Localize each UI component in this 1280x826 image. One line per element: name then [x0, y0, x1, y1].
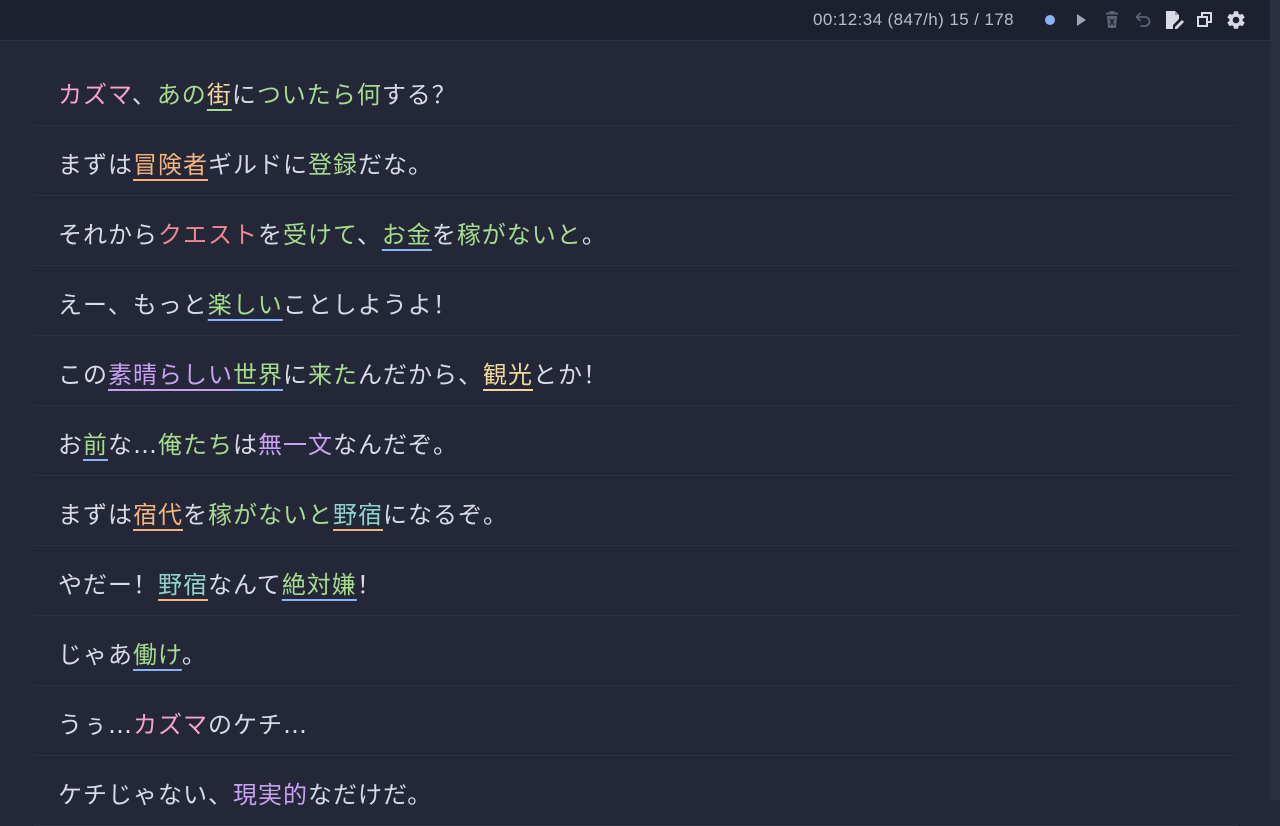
- text-segment: する？: [381, 81, 457, 109]
- word-token[interactable]: 野宿: [158, 571, 208, 599]
- word-token[interactable]: 楽しい: [208, 291, 283, 319]
- word-token[interactable]: 俺たち: [158, 431, 233, 459]
- transcript-line[interactable]: やだー！野宿なんて絶対嫌！: [33, 546, 1238, 616]
- word-token[interactable]: ついたら: [257, 81, 357, 109]
- text-segment: この: [58, 361, 108, 389]
- word-token[interactable]: 何: [357, 81, 382, 109]
- text-segment: に: [283, 361, 308, 389]
- text-segment: を: [258, 221, 283, 249]
- text-segment: を: [183, 501, 208, 529]
- text-segment: になるぞ。: [383, 501, 508, 529]
- transcript-line[interactable]: うぅ…カズマのケチ…: [33, 686, 1238, 756]
- word-token[interactable]: 無一文: [258, 431, 333, 459]
- rate-per-hour: (847/h): [887, 10, 945, 29]
- text-segment: ギルドに: [208, 151, 308, 179]
- transcript-line[interactable]: この素晴らしい世界に来たんだから、観光とか！: [33, 336, 1238, 406]
- text-segment: とか！: [533, 361, 608, 389]
- top-toolbar: 00:12:34 (847/h) 15 / 178: [0, 0, 1270, 41]
- text-segment: 、: [356, 221, 382, 249]
- text-segment: ことしようよ！: [282, 291, 458, 319]
- status-dot-icon[interactable]: [1038, 9, 1062, 31]
- transcript-line[interactable]: まずは宿代を稼がないと野宿になるぞ。: [33, 476, 1238, 546]
- text-segment: ！: [356, 571, 382, 599]
- text-segment: は: [233, 431, 258, 459]
- gear-icon[interactable]: [1224, 9, 1248, 31]
- text-segment: じゃあ: [58, 641, 133, 669]
- text-segment: ケチじゃない、: [58, 781, 233, 809]
- word-token[interactable]: あの: [157, 81, 207, 109]
- text-segment: 、: [131, 81, 157, 109]
- transcript-line[interactable]: じゃあ働け。: [33, 616, 1238, 686]
- play-icon[interactable]: [1069, 9, 1093, 31]
- toolbar-icons: [1031, 9, 1248, 31]
- text-segment: やだー！: [58, 571, 158, 599]
- word-token[interactable]: 受けて: [283, 221, 357, 249]
- edit-document-icon[interactable]: [1162, 9, 1186, 31]
- text-segment: 。: [181, 641, 207, 669]
- word-token[interactable]: カズマ: [133, 711, 208, 739]
- word-token[interactable]: 世界: [233, 361, 283, 389]
- text-segment: うぅ…: [58, 711, 133, 739]
- text-segment: えー、もっと: [58, 291, 208, 319]
- word-token[interactable]: 野宿: [333, 501, 383, 529]
- word-token[interactable]: 街: [207, 81, 232, 109]
- word-token[interactable]: 現実的: [233, 781, 308, 809]
- undo-icon[interactable]: [1131, 9, 1155, 31]
- trash-icon[interactable]: [1100, 9, 1124, 31]
- word-token[interactable]: 登録: [308, 151, 358, 179]
- text-segment: な…: [108, 431, 158, 459]
- text-segment: まずは: [58, 501, 133, 529]
- transcript-line[interactable]: お前な…俺たちは無一文なんだぞ。: [33, 406, 1238, 476]
- text-segment: 。: [581, 221, 607, 249]
- line-progress: 15 / 178: [949, 10, 1014, 29]
- transcript-line[interactable]: まずは冒険者ギルドに登録だな。: [33, 126, 1238, 196]
- text-segment: なだけだ。: [308, 781, 433, 809]
- text-segment: のケチ…: [208, 711, 308, 739]
- scrollbar[interactable]: [1270, 0, 1280, 800]
- word-token[interactable]: 稼がないと: [208, 501, 333, 529]
- transcript-line[interactable]: それからクエストを受けて、お金を稼がないと。: [33, 196, 1238, 266]
- word-token[interactable]: 来た: [308, 361, 358, 389]
- word-token[interactable]: 宿代: [133, 501, 183, 529]
- word-token[interactable]: 観光: [483, 361, 533, 389]
- text-segment: お: [58, 431, 83, 459]
- text-segment: を: [431, 221, 457, 249]
- text-segment: なんて: [208, 571, 282, 599]
- word-token[interactable]: カズマ: [58, 81, 132, 109]
- word-token[interactable]: 前: [83, 431, 108, 459]
- word-token[interactable]: クエスト: [158, 221, 258, 249]
- word-token[interactable]: 素晴らしい: [108, 361, 233, 389]
- word-token[interactable]: お金: [382, 221, 432, 249]
- text-segment: だな。: [358, 151, 433, 179]
- text-segment: んだから、: [358, 361, 483, 389]
- text-segment: なんだぞ。: [333, 431, 458, 459]
- window-restore-icon[interactable]: [1193, 9, 1217, 31]
- transcript-lines: カズマ、あの街についたら何する？ まずは冒険者ギルドに登録だな。 それからクエストを…: [33, 56, 1238, 826]
- elapsed-time: 00:12:34: [813, 10, 883, 29]
- transcript-line[interactable]: カズマ、あの街についたら何する？: [33, 56, 1238, 126]
- text-segment: それから: [58, 221, 158, 249]
- word-token[interactable]: 絶対嫌: [282, 571, 357, 599]
- text-segment: まずは: [58, 151, 133, 179]
- transcript-line[interactable]: ケチじゃない、現実的なだけだ。: [33, 756, 1238, 826]
- text-segment: に: [231, 81, 257, 109]
- word-token[interactable]: 稼がないと: [457, 221, 582, 249]
- word-token[interactable]: 冒険者: [133, 151, 208, 179]
- transcript-line[interactable]: えー、もっと楽しいことしようよ！: [33, 266, 1238, 336]
- word-token[interactable]: 働け: [133, 641, 182, 669]
- session-stats: 00:12:34 (847/h) 15 / 178: [813, 10, 1014, 30]
